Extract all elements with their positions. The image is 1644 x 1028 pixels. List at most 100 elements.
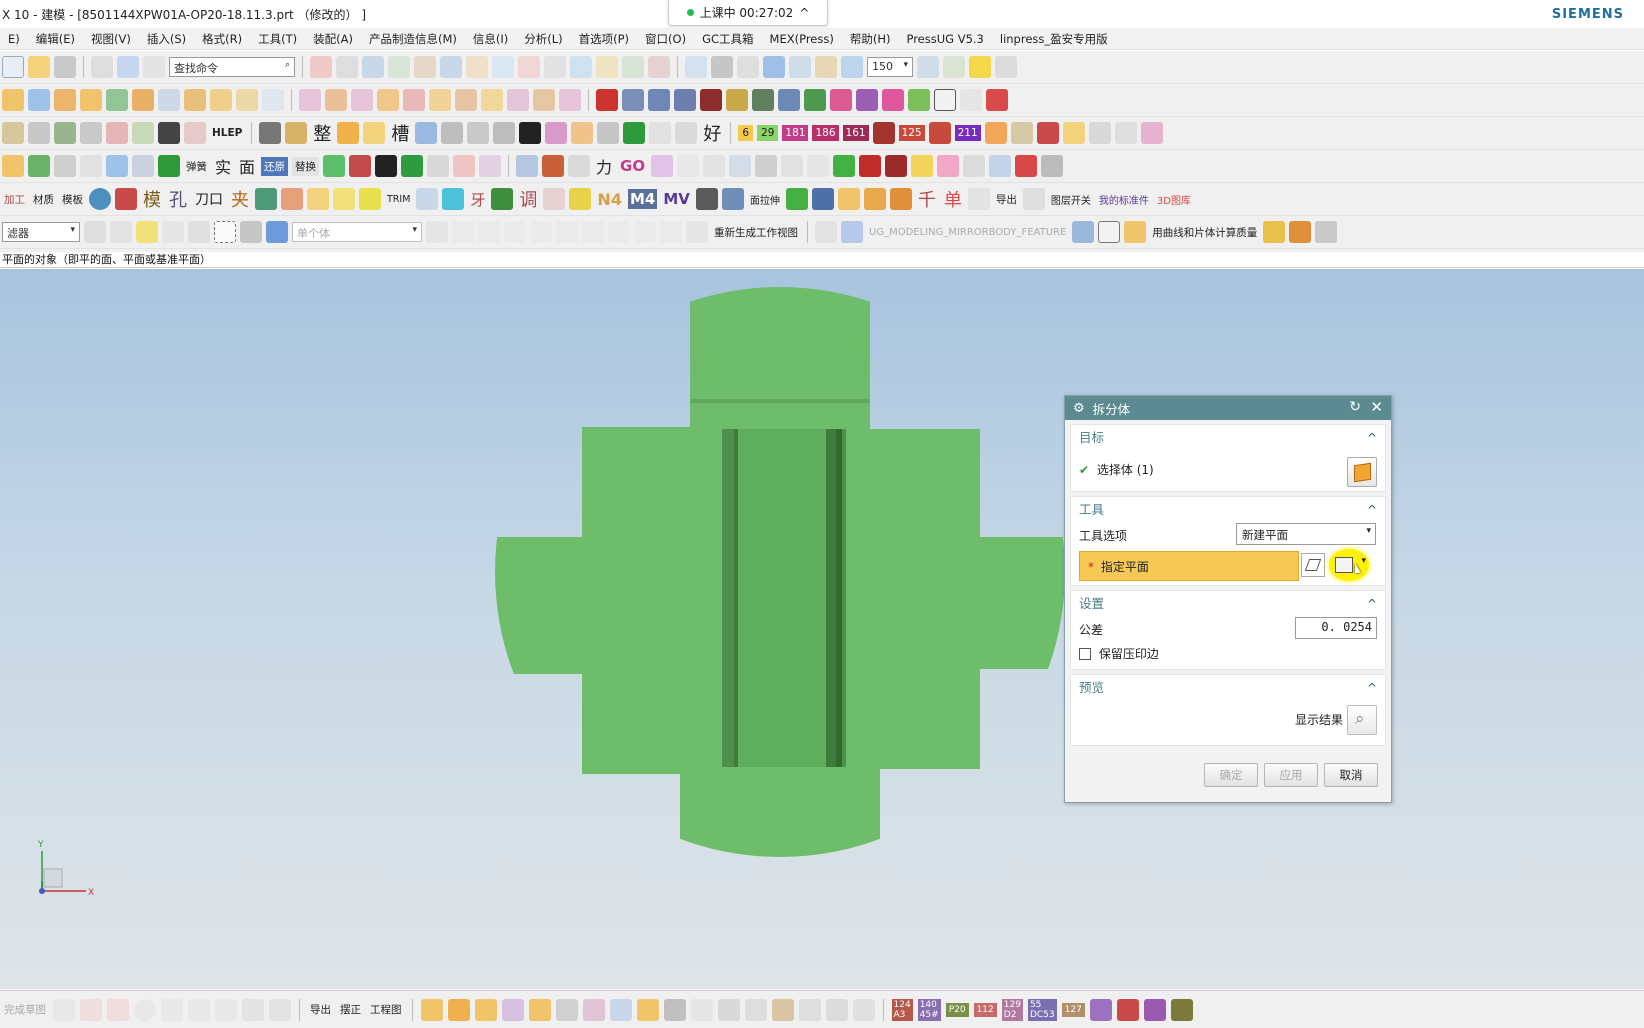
- selection-scope-select[interactable]: 单个体 ▾: [292, 222, 422, 242]
- bushing-icon[interactable]: [856, 89, 878, 111]
- hole-glyph[interactable]: 孔: [167, 186, 189, 212]
- hammer-icon[interactable]: [519, 122, 542, 144]
- studio-spline-icon[interactable]: [161, 998, 183, 1021]
- stack-icon[interactable]: [259, 122, 282, 144]
- std-129-d2[interactable]: 129 D2: [1001, 998, 1023, 1021]
- material-label[interactable]: 材质: [31, 192, 56, 207]
- tolerance-input[interactable]: 0. 0254: [1295, 617, 1377, 639]
- thousand-glyph[interactable]: 千: [916, 186, 938, 212]
- assembly-glyph-icon[interactable]: [132, 122, 154, 144]
- measure-bar-icon[interactable]: [1072, 221, 1095, 243]
- update-part-icon[interactable]: [1114, 122, 1137, 144]
- menu-format[interactable]: 格式(R): [194, 31, 250, 47]
- num-6-icon[interactable]: 6: [738, 125, 754, 141]
- menu-assembly[interactable]: 装配(A): [305, 31, 361, 47]
- polygon-icon[interactable]: [215, 998, 237, 1021]
- shaded-icon[interactable]: [711, 56, 733, 78]
- chevron-up-icon[interactable]: ^: [1367, 425, 1377, 451]
- image-glyph-icon[interactable]: [184, 122, 206, 144]
- die-icon[interactable]: [674, 89, 696, 111]
- hand-icon[interactable]: [106, 155, 128, 177]
- mold-a-icon[interactable]: [420, 998, 443, 1021]
- dry-box-icon[interactable]: [427, 155, 450, 177]
- spring-icon[interactable]: [804, 89, 826, 111]
- edge-blend-icon[interactable]: [184, 89, 206, 111]
- menu-edit[interactable]: 编辑(E): [28, 31, 83, 47]
- replace-button[interactable]: 替换: [292, 156, 320, 176]
- menu-analysis[interactable]: 分析(L): [516, 31, 570, 47]
- std-violet-icon[interactable]: [1143, 998, 1166, 1021]
- bridge-icon[interactable]: [807, 155, 830, 177]
- mold-k-icon[interactable]: [690, 998, 713, 1021]
- mold-l-icon[interactable]: [717, 998, 740, 1021]
- pipe-icon[interactable]: [132, 155, 154, 177]
- yellow-plane-icon[interactable]: [359, 188, 381, 210]
- red-gate-icon[interactable]: [543, 188, 566, 210]
- spool-icon[interactable]: [596, 89, 618, 111]
- forward-icon[interactable]: [349, 155, 372, 177]
- punch-icon[interactable]: [648, 89, 670, 111]
- snap-face-icon[interactable]: [660, 221, 682, 243]
- bom-icon[interactable]: [2, 122, 24, 144]
- frame-select-icon[interactable]: [80, 122, 102, 144]
- arc-icon[interactable]: [310, 56, 332, 78]
- branch-icon[interactable]: [967, 188, 990, 210]
- max-icon[interactable]: [677, 155, 700, 177]
- yellow-cube-icon[interactable]: [1062, 122, 1085, 144]
- face-label[interactable]: 面: [237, 154, 257, 178]
- plate-icon[interactable]: [700, 89, 722, 111]
- profile-icon[interactable]: [53, 998, 75, 1021]
- play-green-icon[interactable]: [401, 155, 424, 177]
- mold-tool-icon[interactable]: [622, 89, 644, 111]
- std-124-a3[interactable]: 124 A3: [891, 998, 913, 1021]
- layer-icon[interactable]: [815, 56, 837, 78]
- point-icon[interactable]: [622, 56, 644, 78]
- split-body-dialog[interactable]: ⚙ 拆分体 ↻ ✕ 目标 ^ ✔ 选择体 (1) 工具 ^ 工具选项 新建平面 …: [1064, 395, 1392, 803]
- fillet-tool-icon[interactable]: [242, 998, 264, 1021]
- bottle-icon[interactable]: [863, 188, 886, 210]
- mold-o-icon[interactable]: [798, 998, 821, 1021]
- pressug-p-icon[interactable]: [969, 56, 991, 78]
- keep-imprint-checkbox[interactable]: [1079, 648, 1091, 660]
- box-orange-icon[interactable]: [337, 122, 360, 144]
- num-125-icon[interactable]: 125: [898, 125, 925, 141]
- hide-line-icon[interactable]: [651, 155, 674, 177]
- bridge-curve-icon[interactable]: [466, 56, 488, 78]
- red-tool-icon[interactable]: [986, 89, 1008, 111]
- mold-e-icon[interactable]: [528, 998, 551, 1021]
- sync-delete-icon[interactable]: [377, 89, 399, 111]
- sync-pattern-icon[interactable]: [429, 89, 451, 111]
- spline-icon[interactable]: [388, 56, 410, 78]
- table-icon[interactable]: [815, 221, 837, 243]
- sync-offset-icon[interactable]: [325, 89, 347, 111]
- settings-group-header[interactable]: 设置 ^: [1071, 591, 1385, 619]
- safety-icon[interactable]: [882, 89, 904, 111]
- mirror-feature-label[interactable]: UG_MODELING_MIRRORBODY_FEATURE: [867, 227, 1068, 238]
- measure-icon[interactable]: [467, 122, 490, 144]
- drawing-button[interactable]: 工程图: [368, 1002, 404, 1017]
- red-corner-icon[interactable]: [1015, 155, 1038, 177]
- help-label[interactable]: HLEP: [210, 127, 244, 139]
- snap-control-icon[interactable]: [504, 221, 526, 243]
- n4-label[interactable]: N4: [595, 190, 624, 209]
- tool-group-header[interactable]: 工具 ^: [1071, 497, 1385, 525]
- add-selection-icon[interactable]: [136, 221, 158, 243]
- select-body-row[interactable]: ✔ 选择体 (1): [1079, 461, 1154, 478]
- red-arrow-icon[interactable]: [859, 155, 882, 177]
- std-p20[interactable]: P20: [945, 1002, 969, 1017]
- go-label[interactable]: GO: [618, 157, 647, 175]
- gear-icon[interactable]: ⚙: [1073, 401, 1085, 416]
- menu-pmi[interactable]: 产品制造信息(M): [361, 31, 465, 47]
- wireframe-icon[interactable]: [737, 56, 759, 78]
- snap-point-icon[interactable]: [110, 221, 132, 243]
- bar-icon[interactable]: [333, 188, 355, 210]
- cyan-cube-icon[interactable]: [442, 188, 465, 210]
- shape-icon[interactable]: [703, 155, 726, 177]
- template-label[interactable]: 模板: [60, 192, 85, 207]
- mold-glyph[interactable]: 模: [141, 186, 163, 212]
- snap-center-icon[interactable]: [556, 221, 578, 243]
- camera-icon[interactable]: [841, 56, 863, 78]
- guide-icon[interactable]: [830, 89, 852, 111]
- select-settings-icon[interactable]: [84, 221, 106, 243]
- blue-cube-select-icon[interactable]: [266, 221, 288, 243]
